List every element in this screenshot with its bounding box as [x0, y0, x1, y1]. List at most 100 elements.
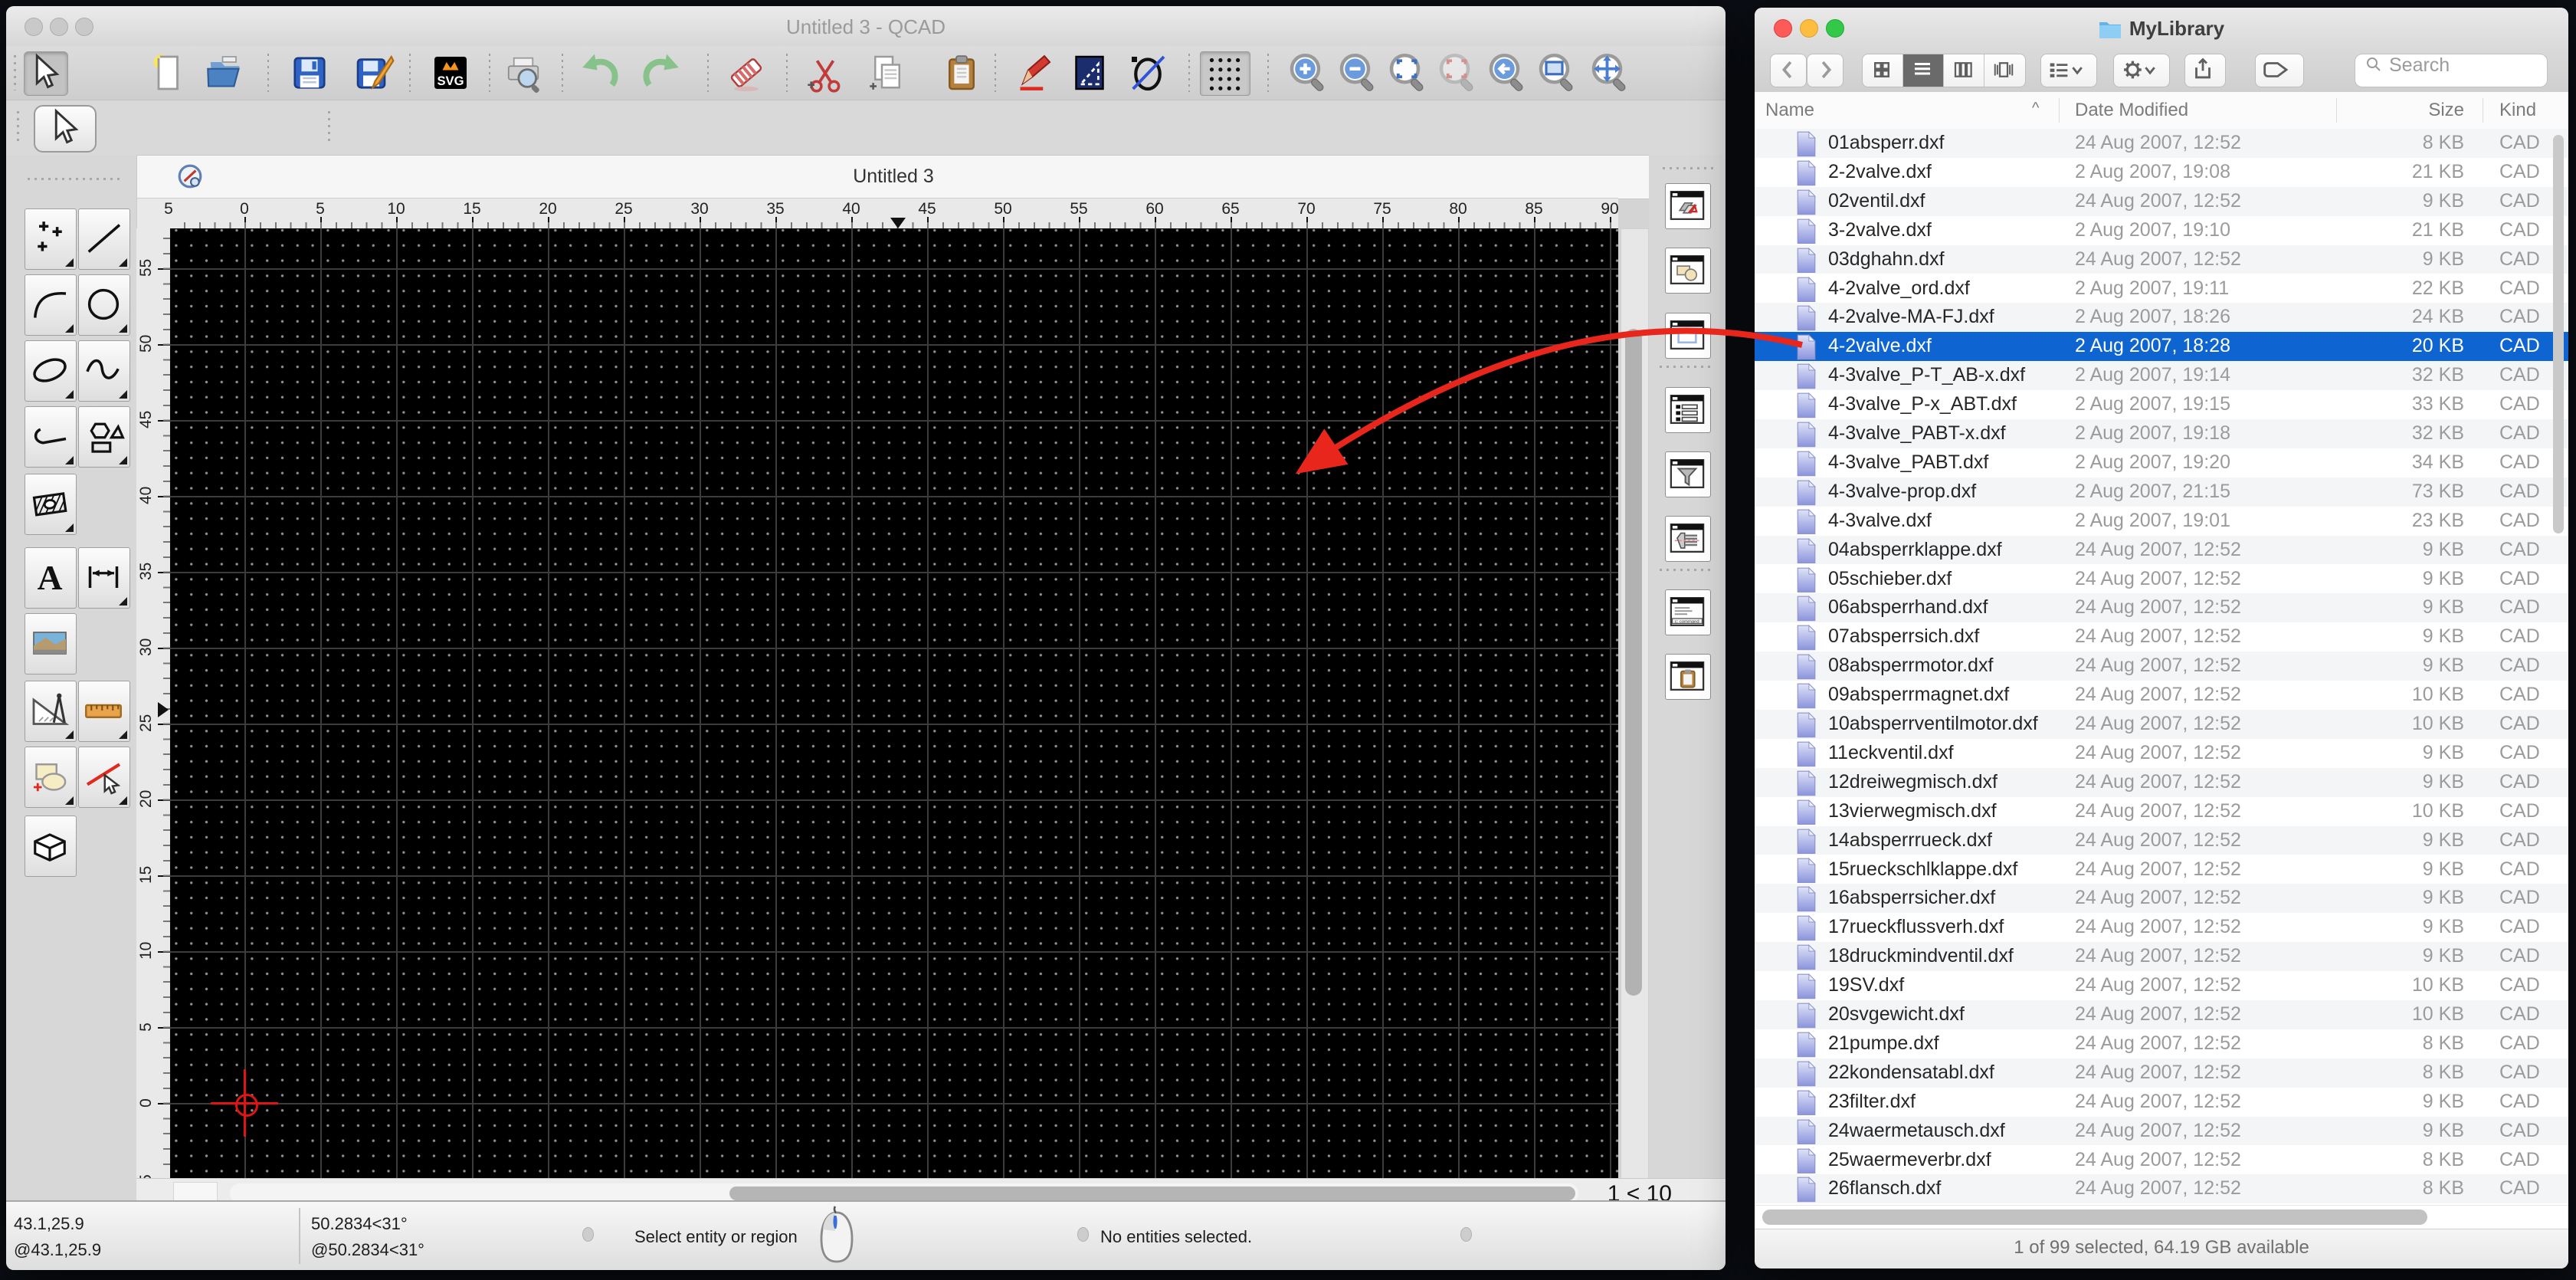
text-tool[interactable]: A — [25, 547, 77, 609]
zoom-selection-button[interactable] — [1436, 51, 1479, 94]
file-row[interactable]: 02ventil.dxf 24 Aug 2007, 12:52 9 KB CAD — [1755, 186, 2568, 216]
dock-handle[interactable] — [1663, 167, 1713, 169]
back-button[interactable] — [1770, 54, 1807, 87]
cut-button[interactable] — [804, 51, 847, 94]
modify-tool[interactable] — [78, 747, 130, 808]
solid-tool[interactable] — [25, 816, 77, 877]
line-tool[interactable] — [78, 208, 130, 270]
circle-tool[interactable] — [78, 274, 130, 336]
image-tool[interactable] — [25, 613, 77, 674]
scrollbar-thumb[interactable] — [1762, 1209, 2427, 1225]
file-row[interactable]: 22kondensatabl.dxf 24 Aug 2007, 12:52 8 KB… — [1755, 1058, 2568, 1088]
view-list-toggle[interactable] — [1665, 313, 1711, 359]
copy-button[interactable] — [866, 51, 909, 94]
point-tool[interactable] — [25, 208, 77, 270]
file-row[interactable]: 4-2valve.dxf 2 Aug 2007, 18:28 20 KB CAD — [1755, 332, 2568, 362]
file-row[interactable]: 06absperrhand.dxf 24 Aug 2007, 12:52 9 KB C… — [1755, 593, 2568, 623]
save-button[interactable] — [288, 51, 331, 94]
file-row[interactable]: 10absperrventilmotor.dxf 24 Aug 2007, 12:… — [1755, 710, 2568, 739]
file-row[interactable]: 4-3valve_PABT-x.dxf 2 Aug 2007, 19:18 32 K… — [1755, 419, 2568, 448]
paste-button[interactable] — [940, 51, 983, 94]
action-button[interactable] — [2113, 54, 2170, 87]
file-row[interactable]: 01absperr.dxf 24 Aug 2007, 12:52 8 KB CAD — [1755, 129, 2568, 158]
toolbar-handle[interactable] — [17, 111, 19, 145]
share-button[interactable] — [2184, 54, 2226, 87]
coverflow-view-button[interactable] — [1984, 54, 2024, 87]
new-file-button[interactable] — [148, 51, 191, 94]
file-row[interactable]: 4-3valve-prop.dxf 2 Aug 2007, 21:15 73 KB C… — [1755, 477, 2568, 507]
canvas-vertical-scrollbar[interactable] — [1621, 228, 1649, 1180]
save-as-button[interactable] — [352, 51, 395, 94]
file-row[interactable]: 20svgewicht.dxf 24 Aug 2007, 12:52 10 KB CA… — [1755, 1000, 2568, 1029]
file-row[interactable]: 23filter.dxf 24 Aug 2007, 12:52 9 KB CAD — [1755, 1088, 2568, 1117]
file-row[interactable]: 4-2valve-MA-FJ.dxf 2 Aug 2007, 18:26 24 KB… — [1755, 303, 2568, 333]
file-row[interactable]: 07absperrsich.dxf 24 Aug 2007, 12:52 9 KB C… — [1755, 622, 2568, 651]
zoom-window-button[interactable] — [1535, 51, 1578, 94]
file-row[interactable]: 3-2valve.dxf 2 Aug 2007, 19:10 21 KB CAD — [1755, 216, 2568, 245]
redo-button[interactable] — [640, 51, 683, 94]
list-vertical-scrollbar[interactable] — [2553, 132, 2565, 1202]
previous-view-button[interactable] — [1486, 51, 1529, 94]
file-row[interactable]: 19SV.dxf 24 Aug 2007, 12:52 10 KB CAD — [1755, 971, 2568, 1000]
block-list-toggle[interactable] — [1665, 248, 1711, 294]
ellipse-tool[interactable] — [25, 340, 77, 402]
file-row[interactable]: 17rueckflussverh.dxf 24 Aug 2007, 12:52 9 … — [1755, 913, 2568, 942]
tab-untitled-3[interactable]: Untitled 3 — [137, 166, 1650, 188]
file-row[interactable]: 21pumpe.dxf 24 Aug 2007, 12:52 8 KB CAD — [1755, 1029, 2568, 1058]
list-view-button[interactable] — [1903, 54, 1944, 87]
zoom-out-button[interactable] — [1336, 51, 1379, 94]
shape-tool[interactable] — [78, 406, 130, 468]
file-row[interactable]: 05schieber.dxf 24 Aug 2007, 12:52 9 KB CAD — [1755, 565, 2568, 594]
toolbox-handle[interactable] — [28, 178, 120, 180]
file-row[interactable]: 24waermetausch.dxf 24 Aug 2007, 12:52 9 KB… — [1755, 1116, 2568, 1146]
file-row[interactable]: 03dghahn.dxf 24 Aug 2007, 12:52 9 KB CAD — [1755, 245, 2568, 274]
column-header-date-modified[interactable]: Date Modified — [2075, 100, 2188, 121]
arc-tool[interactable] — [25, 274, 77, 336]
command-line-toggle[interactable]: c: command — [1665, 589, 1711, 635]
delete-button[interactable] — [725, 51, 768, 94]
dimension-tool[interactable] — [78, 547, 130, 609]
ruler-tool[interactable] — [78, 681, 130, 742]
selection-pointer-button[interactable] — [34, 105, 97, 153]
list-horizontal-scrollbar[interactable] — [1755, 1205, 2568, 1230]
selection-tool-button[interactable] — [1068, 51, 1111, 94]
file-row[interactable]: 4-3valve_P-T_AB-x.dxf 2 Aug 2007, 19:14 32… — [1755, 361, 2568, 391]
scrollbar-thumb[interactable] — [2553, 135, 2564, 533]
file-row[interactable]: 13vierwegmisch.dxf 24 Aug 2007, 12:52 10 K… — [1755, 797, 2568, 826]
file-row[interactable]: 14absperrrueck.dxf 24 Aug 2007, 12:52 9 KB… — [1755, 825, 2568, 855]
scrollbar-thumb[interactable] — [729, 1186, 1575, 1200]
library-browser-toggle[interactable] — [1665, 516, 1711, 562]
polyline-tool[interactable] — [25, 406, 77, 468]
arrange-button[interactable] — [2040, 54, 2097, 87]
icon-view-button[interactable] — [1863, 54, 1903, 87]
pointer-tool-button[interactable] — [24, 51, 68, 96]
clipboard-panel-toggle[interactable] — [1665, 654, 1711, 700]
property-editor-toggle[interactable] — [1665, 183, 1711, 229]
undo-button[interactable] — [578, 51, 621, 94]
file-row[interactable]: 16absperrsicher.dxf 24 Aug 2007, 12:52 9 K… — [1755, 884, 2568, 914]
file-row[interactable]: 4-3valve_PABT.dxf 2 Aug 2007, 19:20 34 KB C… — [1755, 448, 2568, 478]
column-view-button[interactable] — [1944, 54, 1984, 87]
info-tool[interactable] — [25, 747, 77, 808]
scrollbar-thumb[interactable] — [1625, 329, 1642, 996]
toolbar-handle[interactable] — [14, 55, 16, 90]
forward-button[interactable] — [1807, 54, 1844, 87]
file-row[interactable]: 09absperrmagnet.dxf 24 Aug 2007, 12:52 10 … — [1755, 681, 2568, 710]
pan-button[interactable] — [1588, 51, 1631, 94]
measure-tool[interactable] — [25, 681, 77, 742]
file-row[interactable]: 04absperrklappe.dxf 24 Aug 2007, 12:52 9 K… — [1755, 535, 2568, 565]
tags-button[interactable] — [2255, 54, 2304, 87]
svg-export-button[interactable]: SVG — [429, 51, 472, 94]
file-row[interactable]: 15rueckschlklappe.dxf 24 Aug 2007, 12:52 9… — [1755, 855, 2568, 885]
zoom-in-button[interactable] — [1286, 51, 1329, 94]
column-header-kind[interactable]: Kind — [2499, 100, 2536, 121]
layer-list-toggle[interactable] — [1665, 387, 1711, 433]
file-row[interactable]: 11eckventil.dxf 24 Aug 2007, 12:52 9 KB CAD — [1755, 739, 2568, 768]
spline-tool[interactable] — [78, 340, 130, 402]
grid-toggle-button[interactable] — [1200, 51, 1250, 96]
column-divider[interactable] — [2059, 98, 2060, 123]
toolbar-handle[interactable] — [328, 111, 330, 145]
column-header-name[interactable]: Name — [1765, 100, 1814, 121]
drawing-canvas[interactable] — [170, 228, 1618, 1178]
draw-button[interactable] — [1012, 51, 1055, 94]
